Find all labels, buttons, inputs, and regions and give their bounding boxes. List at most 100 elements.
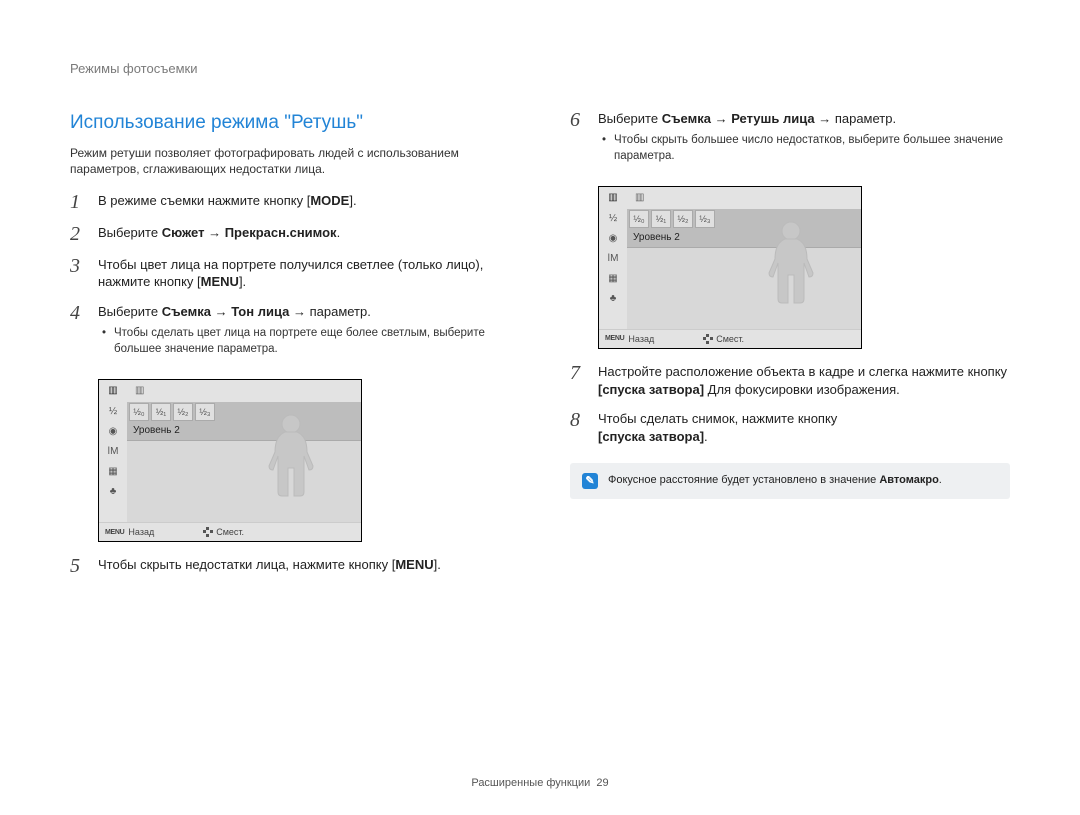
side-icon: ◉ <box>99 422 127 442</box>
side-icon: ▦ <box>599 269 627 289</box>
column-right: 6 Выберите Съемка → Ретушь лица → параме… <box>570 110 1010 589</box>
intro-text: Режим ретуши позволяет фотографировать л… <box>70 145 510 177</box>
step-6: 6 Выберите Съемка → Ретушь лица → параме… <box>570 110 1010 175</box>
note-strong: Автомакро <box>879 474 938 486</box>
camera-preview-area: ½₀ ½₁ ½₂ ½₃ Уровень 2 <box>127 402 361 522</box>
step-text: Выберите Съемка → Ретушь лица → параметр… <box>598 110 1010 175</box>
camera-preview-area: ½₀ ½₁ ½₂ ½₃ Уровень 2 <box>627 209 861 329</box>
note-text: Фокусное расстояние будет установлено в … <box>608 473 942 488</box>
menu-button-label: MENU <box>395 557 433 572</box>
content-columns: Использование режима "Ретушь" Режим рету… <box>70 110 1010 589</box>
footer-section: Расширенные функции <box>471 777 590 789</box>
camera-preview-ui: ▥ ▥ ½ ◉ ǀM ▦ ♣ <box>98 379 362 542</box>
dpad-icon <box>204 528 212 536</box>
move-label: Смест. <box>716 333 744 345</box>
menu-icon: MENU <box>605 334 624 343</box>
camera-sidebar: ½ ◉ ǀM ▦ ♣ <box>99 402 127 522</box>
step-path: Съемка → Тон лица <box>162 304 290 319</box>
step-text: Чтобы сделать снимок, нажмите кнопку [сп… <box>598 410 1010 445</box>
shutter-label: [спуска затвора] <box>598 382 704 397</box>
camera-top-icons: ▥ <box>627 187 861 209</box>
camera-top-bar: ▥ ▥ <box>99 380 361 402</box>
menu-icon: MENU <box>105 528 124 537</box>
side-icon: ◉ <box>599 229 627 249</box>
step-7: 7 Настройте расположение объекта в кадре… <box>570 363 1010 398</box>
step-text-post: → параметр. <box>815 111 897 126</box>
step-number: 1 <box>70 192 88 212</box>
step-number: 2 <box>70 224 88 244</box>
side-icon: ½ <box>599 209 627 229</box>
level-option-2: ½₂ <box>673 210 693 228</box>
level-option-0: ½₀ <box>629 210 649 228</box>
sub-item: Чтобы скрыть большее число недостатков, … <box>602 133 1010 164</box>
breadcrumb: Режимы фотосъемки <box>70 60 1010 78</box>
step-text-post: → параметр. <box>289 304 371 319</box>
level-option-1: ½₁ <box>151 403 171 421</box>
step-sublist: Чтобы сделать цвет лица на портрете еще … <box>102 326 510 357</box>
back-button: MENU Назад <box>605 333 654 345</box>
move-button: Смест. <box>704 333 744 345</box>
note-pre: Фокусное расстояние будет установлено в … <box>608 474 879 486</box>
page-number: 29 <box>596 777 608 789</box>
person-silhouette <box>755 217 827 321</box>
side-icon: ▦ <box>99 462 127 482</box>
camera-body: ½ ◉ ǀM ▦ ♣ ½₀ ½₁ ½₂ ½₃ <box>599 209 861 329</box>
level-option-2: ½₂ <box>173 403 193 421</box>
step-number: 8 <box>570 410 588 430</box>
step-text: Чтобы скрыть недостатки лица, нажмите кн… <box>98 556 510 574</box>
top-icon: ▥ <box>135 384 144 398</box>
step-text-pre: Выберите <box>598 111 662 126</box>
side-icon: ½ <box>99 402 127 422</box>
step-5: 5 Чтобы скрыть недостатки лица, нажмите … <box>70 556 510 576</box>
step-text: Чтобы цвет лица на портрете получился св… <box>98 256 510 291</box>
info-note: ✎ Фокусное расстояние будет установлено … <box>570 463 1010 499</box>
note-post: . <box>939 474 942 486</box>
side-icon: ♣ <box>599 289 627 309</box>
side-icon: ♣ <box>99 482 127 502</box>
move-label: Смест. <box>216 526 244 538</box>
step-sublist: Чтобы скрыть большее число недостатков, … <box>602 133 1010 164</box>
page-title: Использование режима "Ретушь" <box>70 110 510 136</box>
camera-footer: MENU Назад Смест. <box>99 522 361 541</box>
step-text: В режиме съемки нажмите кнопку [MODE]. <box>98 192 510 210</box>
camera-preview-ui: ▥ ▥ ½ ◉ ǀM ▦ ♣ <box>598 186 862 349</box>
camera-top-icons: ▥ <box>127 380 361 402</box>
camera-mode-icon: ▥ <box>599 187 627 209</box>
step-path: Сюжет → Прекрасн.снимок <box>162 225 337 240</box>
step-number: 6 <box>570 110 588 130</box>
side-icon: ǀM <box>99 442 127 462</box>
camera-body: ½ ◉ ǀM ▦ ♣ ½₀ ½₁ ½₂ ½₃ <box>99 402 361 522</box>
step-number: 5 <box>70 556 88 576</box>
camera-footer: MENU Назад Смест. <box>599 329 861 348</box>
step-text: Настройте расположение объекта в кадре и… <box>598 363 1010 398</box>
step-text-post: Для фокусировки изображения. <box>704 382 900 397</box>
sub-item: Чтобы сделать цвет лица на портрете еще … <box>102 326 510 357</box>
move-button: Смест. <box>204 526 244 538</box>
side-icon: ǀM <box>599 249 627 269</box>
step-8: 8 Чтобы сделать снимок, нажмите кнопку [… <box>570 410 1010 445</box>
level-option-0: ½₀ <box>129 403 149 421</box>
step-text: Выберите Сюжет → Прекрасн.снимок. <box>98 224 510 242</box>
step-number: 7 <box>570 363 588 383</box>
dpad-icon <box>704 335 712 343</box>
person-silhouette <box>255 410 327 514</box>
camera-top-bar: ▥ ▥ <box>599 187 861 209</box>
step-text-pre: Настройте расположение объекта в кадре и… <box>598 364 1007 379</box>
mode-button-label: MODE <box>310 193 349 208</box>
step-text-post: ]. <box>239 274 246 289</box>
level-option-3: ½₃ <box>195 403 215 421</box>
step-text-pre: В режиме съемки нажмите кнопку [ <box>98 193 310 208</box>
page-footer: Расширенные функции 29 <box>0 776 1080 791</box>
step-2: 2 Выберите Сюжет → Прекрасн.снимок. <box>70 224 510 244</box>
top-icon: ▥ <box>635 191 644 205</box>
step-text-pre: Выберите <box>98 225 162 240</box>
level-option-1: ½₁ <box>651 210 671 228</box>
step-path: Съемка → Ретушь лица <box>662 111 815 126</box>
info-icon: ✎ <box>582 473 598 489</box>
step-text-post: . <box>704 429 708 444</box>
column-left: Использование режима "Ретушь" Режим рету… <box>70 110 510 589</box>
step-text-pre: Чтобы цвет лица на портрете получился св… <box>98 257 483 290</box>
step-text-pre: Выберите <box>98 304 162 319</box>
camera-mode-icon: ▥ <box>99 380 127 402</box>
step-text: Выберите Съемка → Тон лица → параметр. Ч… <box>98 303 510 368</box>
